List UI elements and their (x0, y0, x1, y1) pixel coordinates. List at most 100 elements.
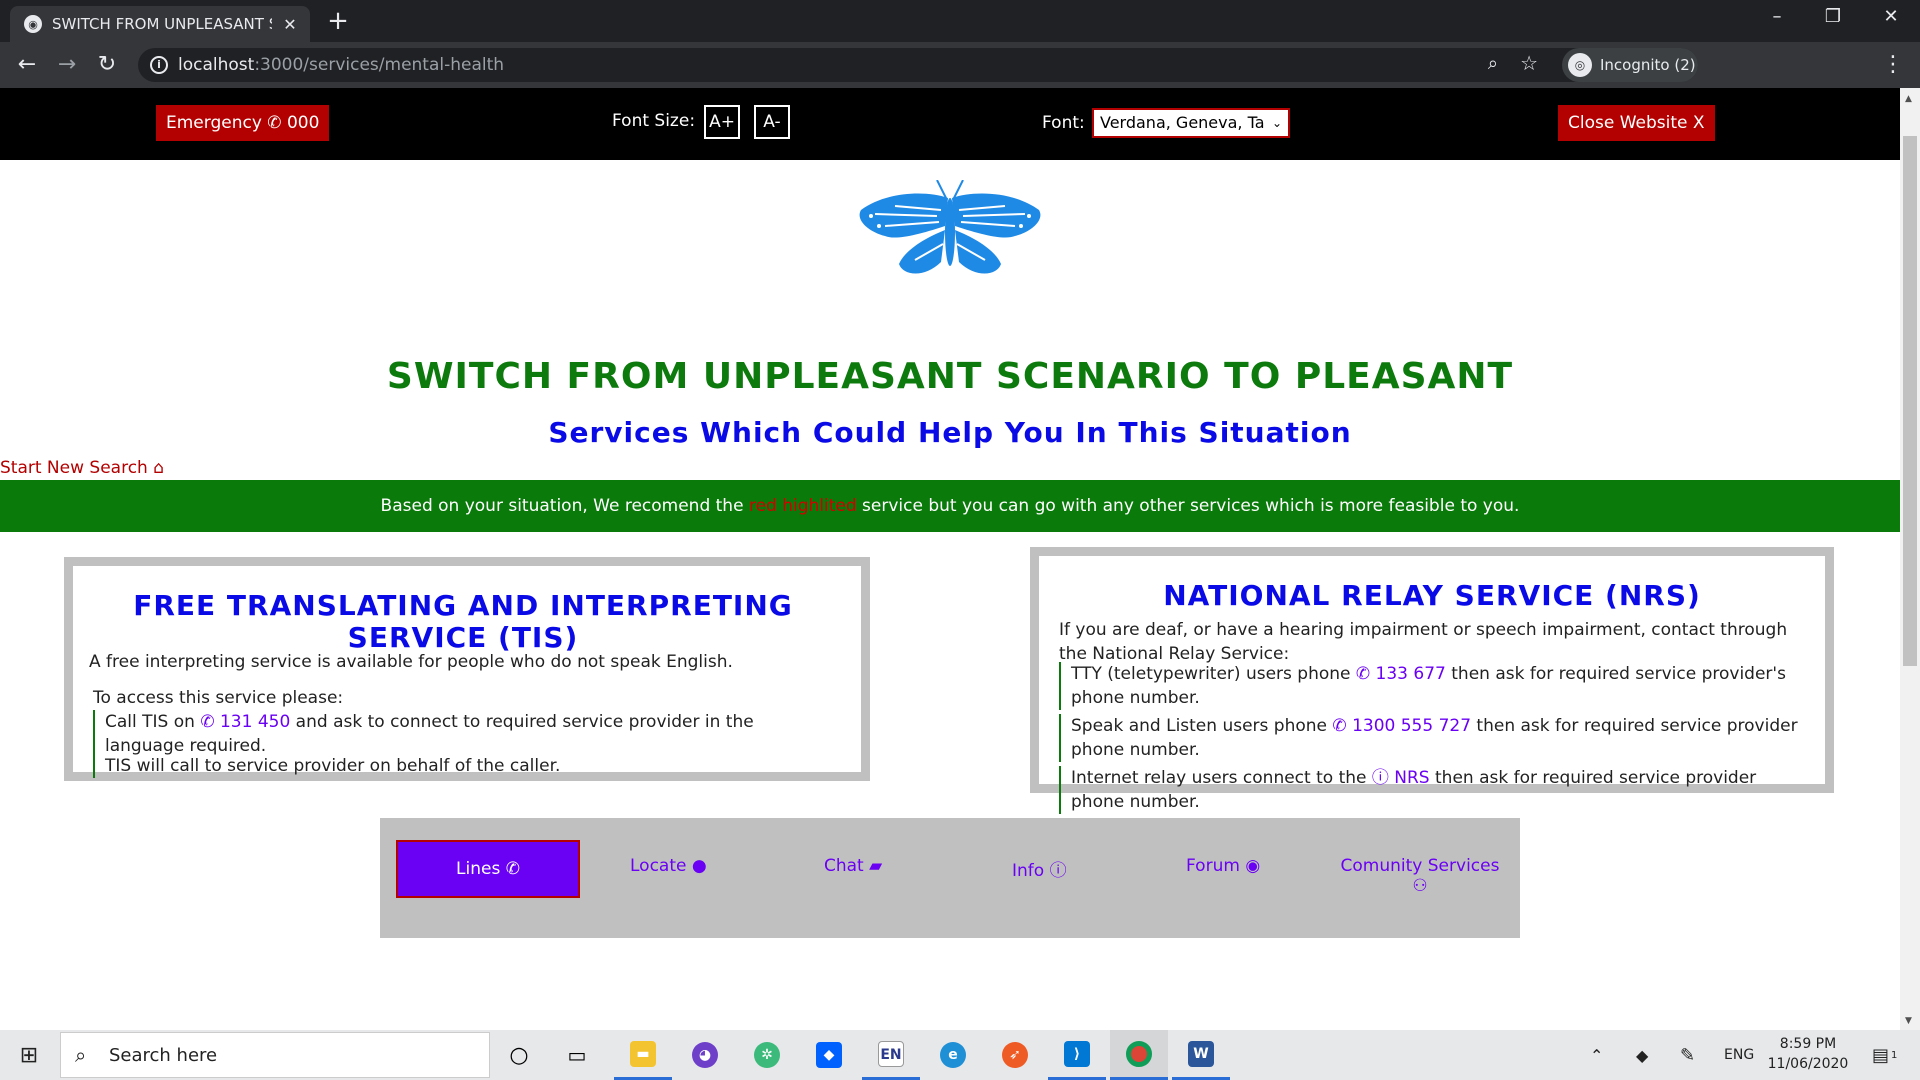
show-hidden-icons[interactable]: ⌃ (1590, 1030, 1603, 1080)
nav-chat-link[interactable]: Chat ▰ (824, 856, 882, 876)
nav-forum-label: Forum (1186, 856, 1240, 876)
nrs-card: NATIONAL RELAY SERVICE (NRS) If you are … (1030, 547, 1834, 814)
url-text[interactable]: localhost:3000/services/mental-health (178, 55, 504, 75)
close-website-button[interactable]: Close Website X (1558, 105, 1715, 141)
browser-tab[interactable]: ◉ SWITCH FROM UNPLEASANT SCENARIO TO PLE… (10, 6, 310, 42)
restore-icon[interactable]: ❐ (1818, 6, 1848, 27)
postman-icon: ➶ (1002, 1042, 1028, 1068)
info-icon: ⓘ (1371, 768, 1389, 788)
phone-icon: ✆ (1355, 664, 1371, 684)
dropbox-tray-icon: ◆ (1636, 1045, 1649, 1065)
page-viewport: Emergency ✆ 000 Font Size: A+ A- Font: V… (0, 88, 1900, 1030)
nav-forum-link[interactable]: Forum ◉ (1186, 856, 1260, 876)
tis-step-2: TIS will call to service provider on beh… (93, 754, 823, 778)
zoom-icon[interactable]: ⌕ (1488, 53, 1498, 74)
emergency-label: Emergency (166, 113, 262, 133)
comment-icon: ◉ (1245, 856, 1261, 876)
taskbar-edge[interactable]: e (924, 1030, 982, 1080)
start-button[interactable]: ⊞ (0, 1030, 58, 1080)
address-bar[interactable]: i localhost:3000/services/mental-health … (138, 48, 1698, 82)
tis-step-1: Call TIS on ✆ 131 450 and ask to connect… (93, 710, 823, 758)
word-icon: W (1188, 1040, 1214, 1067)
banner-highlight: red highlited (748, 496, 857, 516)
dropbox-icon: ◆ (816, 1042, 842, 1068)
new-tab-button[interactable]: + (324, 6, 352, 36)
close-tab-icon[interactable]: ✕ (280, 15, 300, 34)
taskbar-clock[interactable]: 8:59 PM 11/06/2020 (1762, 1034, 1854, 1074)
forward-icon[interactable]: → (52, 50, 82, 80)
task-view-button[interactable]: ▭ (548, 1030, 606, 1080)
cortana-button[interactable]: ○ (490, 1030, 548, 1080)
nav-community-label: Comunity Services (1340, 856, 1500, 876)
emergency-number: 000 (286, 113, 320, 133)
start-new-search-link[interactable]: Start New Search ⌂ (0, 458, 164, 478)
users-icon: ⚇ (1412, 876, 1428, 896)
taskbar-file-explorer[interactable]: ▬ (614, 1030, 672, 1080)
font-decrease-button[interactable]: A- (754, 105, 790, 139)
font-label: Font: (1042, 113, 1085, 133)
taskbar-language-app[interactable]: EN (862, 1030, 920, 1080)
nrs-link[interactable]: ⓘ NRS (1372, 768, 1430, 788)
nrs-sal-text: Speak and Listen users phone (1071, 716, 1333, 736)
phone-icon: ✆ (267, 113, 282, 133)
nrs-intro: If you are deaf, or have a hearing impai… (1059, 620, 1788, 664)
incognito-profile-button[interactable]: ◎ Incognito (2) (1562, 48, 1698, 82)
nav-lines-label: Lines (456, 859, 501, 879)
site-info-icon[interactable]: i (150, 56, 168, 74)
emergency-button[interactable]: Emergency ✆ 000 (156, 105, 330, 141)
scroll-up-icon[interactable]: ▲ (1905, 94, 1912, 104)
nav-community-link[interactable]: Comunity Services ⚇ (1330, 856, 1510, 896)
browser-titlebar: ◉ SWITCH FROM UNPLEASANT SCENARIO TO PLE… (0, 0, 1920, 42)
scrollbar-thumb[interactable] (1903, 136, 1917, 666)
reload-icon[interactable]: ↻ (92, 50, 122, 80)
accessibility-bar: Emergency ✆ 000 Font Size: A+ A- Font: V… (0, 88, 1900, 160)
browser-menu-icon[interactable]: ⋮ (1882, 50, 1904, 80)
tis-access-heading: To access this service please: (93, 688, 344, 708)
bookmark-star-icon[interactable]: ☆ (1520, 51, 1538, 75)
tray-dropbox[interactable]: ◆ (1636, 1030, 1648, 1080)
page-scrollbar[interactable]: ▲ ▼ (1900, 88, 1920, 1030)
map-marker-icon: ● (691, 856, 707, 876)
tab-title: SWITCH FROM UNPLEASANT SCENARIO TO PLEAS… (52, 15, 272, 33)
taskbar-github[interactable]: ◕ (676, 1030, 734, 1080)
tray-language[interactable]: ENG (1724, 1030, 1754, 1080)
windows-icon: ⊞ (19, 1042, 39, 1068)
cortana-icon: ○ (509, 1042, 529, 1068)
taskbar-chrome[interactable] (1110, 1030, 1168, 1080)
scroll-down-icon[interactable]: ▼ (1905, 1016, 1912, 1026)
nrs-tty-phone-link[interactable]: ✆ 133 677 (1356, 664, 1446, 684)
incognito-icon: ◎ (1568, 53, 1592, 77)
notification-center[interactable]: ▤ 1 (1872, 1030, 1897, 1080)
tis-card-title: FREE TRANSLATING AND INTERPRETING SERVIC… (133, 589, 793, 654)
phone-icon: ✆ (1332, 716, 1347, 736)
close-window-icon[interactable]: ✕ (1876, 6, 1906, 27)
start-search-label: Start New Search (0, 458, 148, 478)
font-increase-button[interactable]: A+ (704, 105, 740, 139)
taskbar-search[interactable]: ⌕ Search here (60, 1032, 490, 1078)
page-subtitle: Services Which Could Help You In This Si… (548, 416, 1352, 449)
taskbar-dropbox[interactable]: ◆ (800, 1030, 858, 1080)
nrs-sal-phone: 1300 555 727 (1352, 716, 1472, 736)
nav-lines-button[interactable]: Lines ✆ (396, 840, 580, 898)
minimize-icon[interactable]: – (1762, 6, 1792, 27)
nrs-tty-text: TTY (teletypewriter) users phone (1071, 664, 1356, 684)
butterfly-logo (859, 180, 1041, 274)
taskbar-vscode[interactable]: ⟩ (1048, 1030, 1106, 1080)
nrs-sal-phone-link[interactable]: ✆ 1300 555 727 (1332, 716, 1471, 736)
tray-pen[interactable]: ✎ (1680, 1030, 1695, 1080)
taskbar-atom[interactable]: ✲ (738, 1030, 796, 1080)
task-view-icon: ▭ (567, 1043, 587, 1067)
nav-info-link[interactable]: Info ⓘ (1012, 856, 1067, 881)
nrs-internet-relay-item: Internet relay users connect to the ⓘ NR… (1059, 766, 1799, 814)
font-select[interactable]: Verdana, Geneva, Ta ⌄ (1092, 108, 1290, 138)
back-icon[interactable]: ← (12, 50, 42, 80)
tis-card: FREE TRANSLATING AND INTERPRETING SERVIC… (64, 557, 870, 781)
service-nav: Lines ✆ Locate ● Chat ▰ Info ⓘ Forum ◉ C… (380, 818, 1520, 938)
taskbar-word[interactable]: W (1172, 1030, 1230, 1080)
phone-icon: ✆ (505, 859, 520, 879)
nav-locate-link[interactable]: Locate ● (630, 856, 707, 876)
tis-phone-link[interactable]: ✆ 131 450 (200, 712, 290, 732)
taskbar-postman[interactable]: ➶ (986, 1030, 1044, 1080)
page-title: SWITCH FROM UNPLEASANT SCENARIO TO PLEAS… (386, 356, 1514, 397)
tis-phone-number: 131 450 (219, 712, 291, 732)
